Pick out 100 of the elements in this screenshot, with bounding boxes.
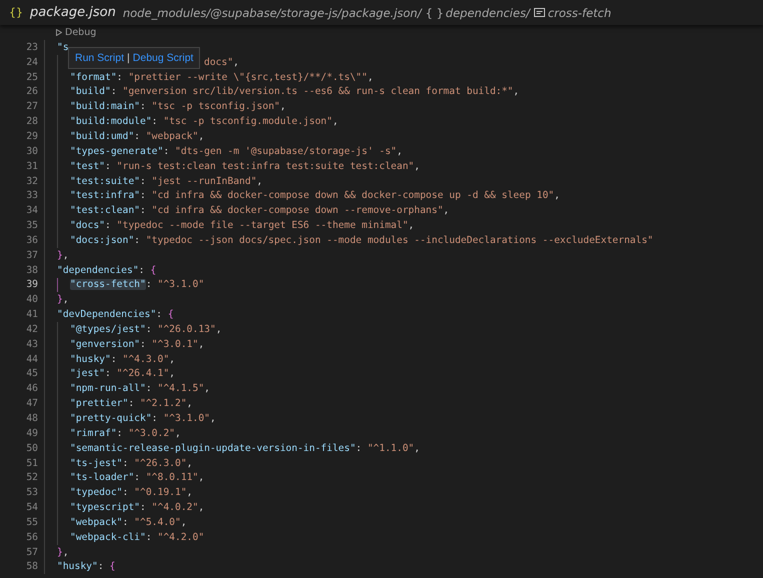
json-key: "test:clean" xyxy=(70,205,140,216)
line-number: 23 xyxy=(25,42,38,53)
line-number: 39 xyxy=(25,279,38,290)
brace: { xyxy=(168,309,174,320)
brace: { xyxy=(150,264,156,276)
line-number: 45 xyxy=(25,368,38,380)
json-string: "jest --runInBand" xyxy=(152,176,257,187)
punctuation: : xyxy=(163,146,170,157)
json-key: "husky" xyxy=(57,561,98,572)
debug-script-link[interactable]: Debug Script xyxy=(132,52,194,64)
punctuation: : xyxy=(146,532,153,543)
json-string: "^3.0.1" xyxy=(152,338,198,350)
punctuation: , xyxy=(180,516,187,528)
punctuation: : xyxy=(116,428,124,439)
json-key: "test" xyxy=(70,160,105,172)
breadcrumb-item[interactable]: { } dependencies/ xyxy=(425,6,530,20)
json-key: "webpack" xyxy=(70,516,122,528)
json-string: "cd infra && docker-compose down && docker-compose up -d && sleep 10" xyxy=(152,190,554,202)
json-string: "^26.3.0" xyxy=(134,458,187,469)
punctuation: : xyxy=(140,205,147,216)
punctuation: : xyxy=(146,279,153,290)
json-string: "cd infra && docker-compose down --remove-orphans" xyxy=(152,205,444,216)
line-number: 49 xyxy=(25,428,38,439)
json-key: "build:umd" xyxy=(70,130,134,142)
json-key: "s xyxy=(57,42,69,53)
breadcrumb-item[interactable]: cross-fetch xyxy=(548,6,612,20)
punctuation: , xyxy=(280,101,286,112)
punctuation: , xyxy=(198,472,204,484)
punctuation: , xyxy=(186,458,193,469)
json-key: "dependencies" xyxy=(57,264,139,276)
line-number: 53 xyxy=(25,487,38,498)
punctuation: , xyxy=(513,86,520,98)
json-key: "devDependencies" xyxy=(57,309,156,320)
line-number: 30 xyxy=(25,146,38,157)
punctuation: , xyxy=(256,176,262,187)
brace: } xyxy=(57,250,63,261)
punctuation: , xyxy=(198,338,204,350)
line-number: 29 xyxy=(25,130,38,142)
line-number: 35 xyxy=(25,220,38,232)
line-number: 33 xyxy=(25,190,38,202)
punctuation: : xyxy=(152,413,158,424)
punctuation: , xyxy=(198,502,204,514)
json-string: "^4.2.0" xyxy=(158,532,204,543)
punctuation: , xyxy=(198,130,204,142)
json-string: "dts-gen -m '@supabase/storage-js' -s" xyxy=(175,146,397,157)
json-string: docs" xyxy=(204,56,234,68)
json-string: "^2.1.2" xyxy=(140,398,187,410)
punctuation: , xyxy=(62,250,69,261)
line-number: 55 xyxy=(25,516,38,528)
json-string: "^4.3.0" xyxy=(122,354,170,365)
breadcrumb-item[interactable]: {} package.json xyxy=(9,5,116,20)
punctuation: , xyxy=(396,146,402,157)
line-number: 41 xyxy=(25,309,38,320)
json-key: "rimraf" xyxy=(70,428,117,439)
json-key: "ts-jest" xyxy=(70,458,122,469)
line-number: 52 xyxy=(25,472,38,484)
json-key: "typedoc" xyxy=(70,487,122,498)
line-number: 25 xyxy=(25,72,38,83)
json-key: "types-generate" xyxy=(70,146,164,157)
punctuation: , xyxy=(204,383,210,394)
json-key: "cross-fetch" xyxy=(70,279,146,290)
line-number: 28 xyxy=(25,116,38,128)
punctuation: : xyxy=(134,234,141,246)
punctuation: , xyxy=(169,354,176,365)
debug-codelens[interactable]: Debug xyxy=(65,27,96,38)
json-key: "docs" xyxy=(70,220,105,232)
line-number: 57 xyxy=(25,546,38,558)
json-string: "^5.4.0" xyxy=(134,516,181,528)
punctuation: : xyxy=(134,472,141,484)
json-key: "ts-loader" xyxy=(70,472,134,484)
punctuation: , xyxy=(186,398,193,410)
json-string: "tsc -p tsconfig.module.json" xyxy=(163,116,332,128)
punctuation: : xyxy=(98,561,105,572)
punctuation: : xyxy=(134,130,141,142)
punctuation: : xyxy=(140,338,147,350)
punctuation: : xyxy=(105,160,112,172)
brace: { xyxy=(110,561,116,572)
json-key: "format" xyxy=(70,72,117,83)
punctuation: , xyxy=(169,368,176,380)
punctuation: : xyxy=(146,324,153,335)
punctuation: : xyxy=(140,101,147,112)
line-number: 42 xyxy=(25,324,38,335)
json-key: "@types/jest" xyxy=(70,324,146,335)
json-key: "genversion" xyxy=(70,338,140,350)
line-number: 56 xyxy=(25,532,38,543)
json-key: "build:main" xyxy=(70,101,140,112)
brace: } xyxy=(57,294,63,306)
breadcrumb-item[interactable]: node_modules/@supabase/storage-js/package.json/ xyxy=(122,6,422,20)
line-number: 43 xyxy=(25,338,38,350)
punctuation: : xyxy=(122,516,130,528)
json-string: "webpack" xyxy=(146,130,198,142)
punctuation: : xyxy=(152,116,158,128)
punctuation: : xyxy=(140,190,147,202)
json-string: "tsc -p tsconfig.json" xyxy=(152,101,280,112)
line-number: 48 xyxy=(25,413,38,424)
punctuation: : xyxy=(146,383,153,394)
json-string: "genversion src/lib/version.ts --es6 && run-s clean format build:*" xyxy=(122,86,514,98)
punctuation: : xyxy=(105,368,112,380)
json-string: "^3.0.2" xyxy=(128,428,176,439)
run-script-link[interactable]: Run Script xyxy=(75,52,124,64)
